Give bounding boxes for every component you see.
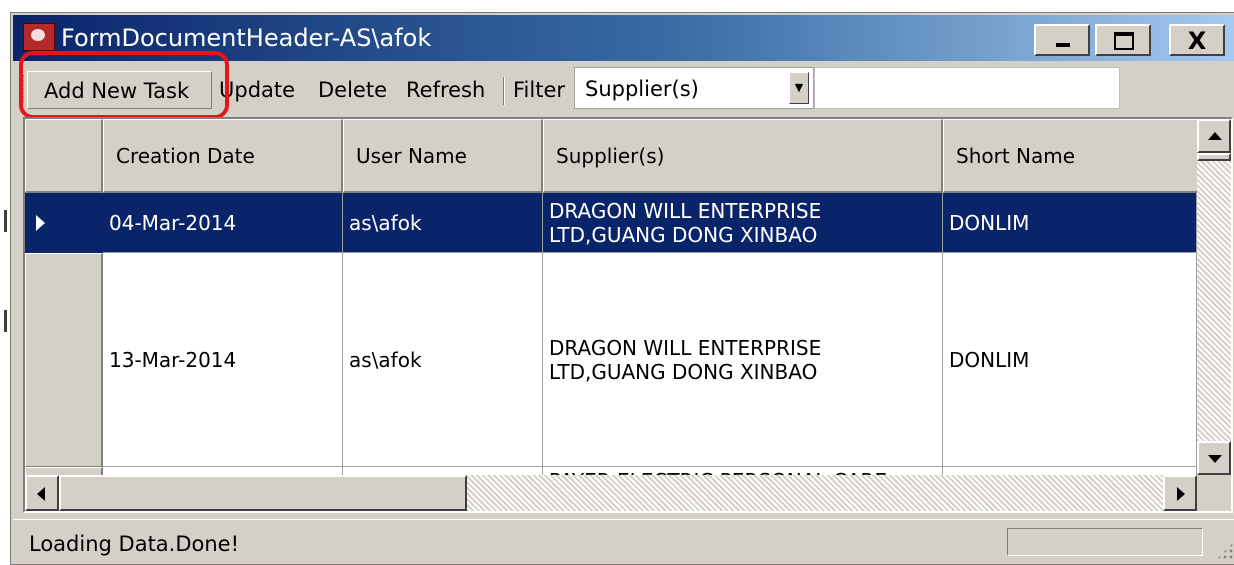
cell-creation-date[interactable]: 13-Mar-2014 — [103, 253, 343, 467]
cell-user-name[interactable]: as\afok — [343, 253, 543, 467]
cell-suppliers[interactable]: PAYER ELECTRIC PERSONAL CARE — [543, 467, 943, 475]
table-row[interactable]: 13-Mar-2014 as\afok DRAGON WILL ENTERPRI… — [25, 253, 1197, 467]
cell-short-name[interactable]: DONLIM — [943, 253, 1197, 467]
cell-short-name[interactable] — [943, 467, 1197, 475]
toolbar: Add New Task Update Delete Refresh Filte… — [13, 51, 1234, 119]
column-header-suppliers[interactable]: Supplier(s) — [543, 119, 943, 193]
arrow-down-icon — [1208, 455, 1222, 463]
edge-mark — [4, 210, 7, 232]
add-new-task-button[interactable]: Add New Task — [27, 71, 212, 109]
row-selector[interactable] — [25, 253, 103, 467]
update-button[interactable]: Update — [219, 75, 295, 105]
scroll-up-button[interactable] — [1197, 119, 1231, 153]
data-grid: Creation Date User Name Supplier(s) Shor… — [23, 117, 1233, 513]
current-row-icon — [36, 215, 45, 231]
app-icon[interactable] — [23, 23, 55, 51]
cell-user-name[interactable] — [343, 467, 543, 475]
close-button[interactable]: X — [1169, 24, 1225, 56]
cell-creation-date[interactable]: 04-Mar-2014 — [103, 193, 343, 253]
edge-mark — [4, 310, 7, 332]
status-text: Loading Data.Done! — [29, 532, 240, 556]
scrollbar-corner — [1197, 475, 1231, 511]
column-header-creation-date[interactable]: Creation Date — [103, 119, 343, 193]
table-row[interactable]: PAYER ELECTRIC PERSONAL CARE — [25, 467, 1197, 475]
arrow-right-icon — [1177, 487, 1185, 501]
horizontal-scrollbar[interactable] — [25, 475, 1197, 511]
filter-label: Filter — [513, 78, 566, 102]
cell-creation-date[interactable] — [103, 467, 343, 475]
app-window: FormDocumentHeader-AS\afok X Add New Tas… — [10, 12, 1234, 565]
arrow-left-icon — [37, 487, 45, 501]
row-selector[interactable] — [25, 467, 103, 475]
column-header-short-name[interactable]: Short Name — [943, 119, 1197, 193]
minimize-icon — [1056, 43, 1070, 47]
close-icon: X — [1187, 27, 1207, 55]
status-bar: Loading Data.Done! — [13, 519, 1234, 564]
scroll-right-button[interactable] — [1163, 475, 1197, 511]
row-header-corner — [25, 119, 103, 193]
row-selector[interactable] — [25, 193, 103, 253]
scroll-left-button[interactable] — [25, 475, 59, 511]
status-progress-panel — [1007, 528, 1203, 556]
table-row[interactable]: 04-Mar-2014 as\afok DRAGON WILL ENTERPRI… — [25, 193, 1197, 253]
window-title: FormDocumentHeader-AS\afok — [61, 24, 432, 52]
scroll-down-button[interactable] — [1197, 441, 1231, 475]
horizontal-scroll-thumb[interactable] — [59, 475, 467, 511]
vertical-scrollbar[interactable] — [1197, 119, 1231, 475]
cell-suppliers[interactable]: DRAGON WILL ENTERPRISE LTD,GUANG DONG XI… — [543, 193, 943, 253]
minimize-button[interactable] — [1034, 24, 1090, 56]
chevron-down-icon[interactable]: ▼ — [789, 72, 809, 104]
filter-dropdown[interactable]: Supplier(s) ▼ — [574, 67, 814, 109]
maximize-icon — [1114, 32, 1134, 50]
refresh-button[interactable]: Refresh — [406, 75, 485, 105]
resize-grip-icon[interactable] — [1216, 542, 1234, 560]
filter-text-input[interactable] — [814, 67, 1120, 109]
cell-short-name[interactable]: DONLIM — [943, 193, 1197, 253]
filter-selected-value: Supplier(s) — [585, 77, 699, 101]
arrow-up-icon — [1208, 132, 1222, 140]
vertical-scroll-thumb[interactable] — [1197, 153, 1231, 161]
column-header-user-name[interactable]: User Name — [343, 119, 543, 193]
delete-button[interactable]: Delete — [318, 75, 387, 105]
cell-suppliers[interactable]: DRAGON WILL ENTERPRISE LTD,GUANG DONG XI… — [543, 253, 943, 467]
toolbar-grip[interactable] — [19, 75, 24, 103]
title-bar[interactable]: FormDocumentHeader-AS\afok X — [13, 15, 1234, 61]
maximize-button[interactable] — [1095, 24, 1151, 56]
background-strip — [0, 0, 10, 565]
grid-header-row: Creation Date User Name Supplier(s) Shor… — [25, 119, 1197, 193]
cell-user-name[interactable]: as\afok — [343, 193, 543, 253]
toolbar-separator — [503, 77, 505, 105]
